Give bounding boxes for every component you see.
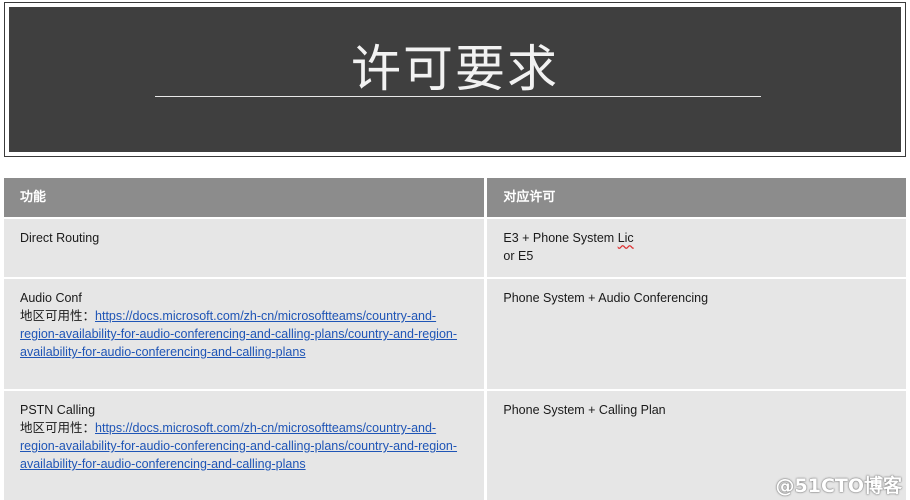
page-title: 许可要求 xyxy=(351,40,559,98)
table-row: PSTN Calling 地区可用性：https://docs.microsof… xyxy=(4,391,906,500)
slide: 许可要求 功能 对应许可 Direct Routing E3 + Phone S… xyxy=(0,0,910,500)
table-row: Direct Routing E3 + Phone System Lic or … xyxy=(4,219,906,277)
license-table: 功能 对应许可 Direct Routing E3 + Phone System… xyxy=(4,178,906,500)
feature-cell: PSTN Calling 地区可用性：https://docs.microsof… xyxy=(4,391,485,500)
license-cell: Phone System + Audio Conferencing xyxy=(487,279,906,389)
license-text: Phone System + Audio Conferencing xyxy=(503,291,709,305)
feature-name: PSTN Calling xyxy=(20,403,96,417)
availability-label: 地区可用性： xyxy=(20,420,96,435)
feature-cell: Direct Routing xyxy=(4,219,485,277)
table-header-row: 功能 对应许可 xyxy=(4,178,906,217)
title-underline xyxy=(155,96,761,97)
license-text-line2: or E5 xyxy=(503,249,534,263)
table-row: Audio Conf 地区可用性：https://docs.microsoft.… xyxy=(4,279,906,389)
license-text: E3 + Phone System xyxy=(503,231,618,245)
feature-name: Audio Conf xyxy=(20,291,82,305)
header-license: 对应许可 xyxy=(487,178,906,217)
feature-cell: Audio Conf 地区可用性：https://docs.microsoft.… xyxy=(4,279,485,389)
watermark: @51CTO博客 xyxy=(775,475,903,497)
spellcheck-word: Lic xyxy=(617,231,634,245)
license-text: Phone System + Calling Plan xyxy=(503,403,666,417)
title-banner-fill: 许可要求 xyxy=(9,7,901,152)
availability-label: 地区可用性： xyxy=(20,308,96,323)
feature-name: Direct Routing xyxy=(20,231,100,245)
header-feature: 功能 xyxy=(4,178,485,217)
title-banner: 许可要求 xyxy=(4,2,906,157)
license-cell: E3 + Phone System Lic or E5 xyxy=(487,219,906,277)
